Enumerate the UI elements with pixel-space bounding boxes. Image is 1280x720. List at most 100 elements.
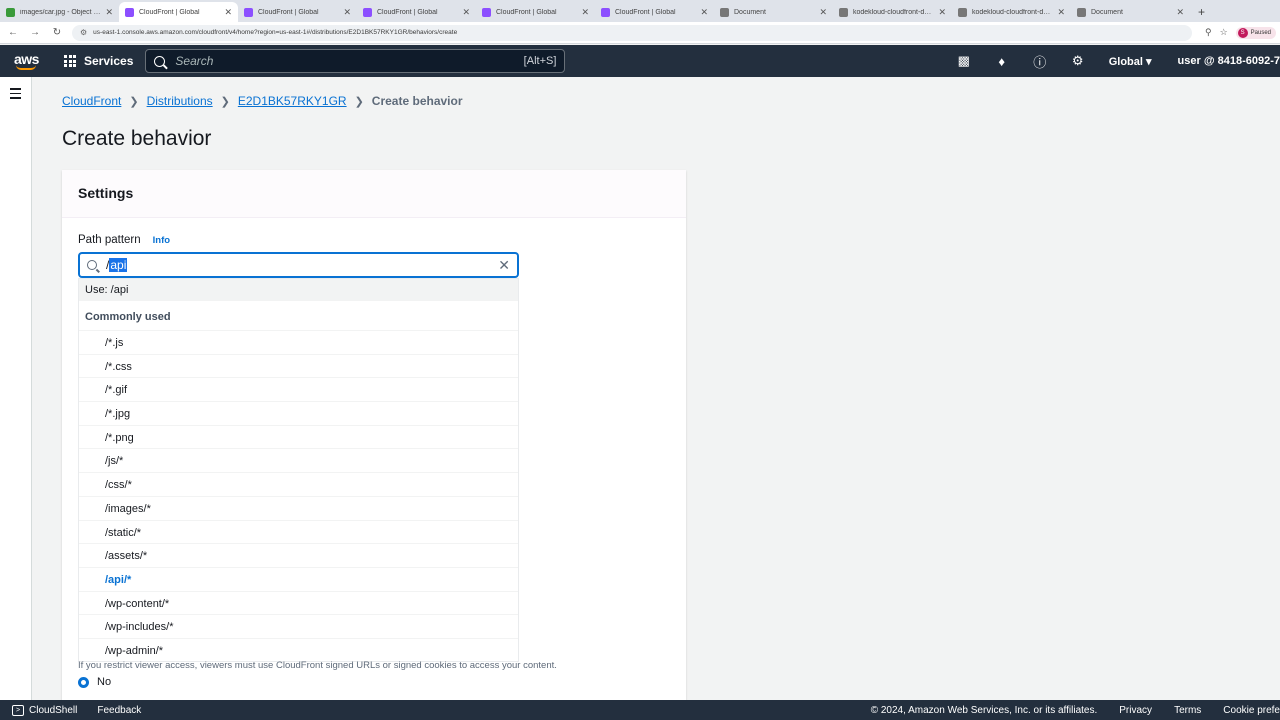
console-footer: > CloudShell Feedback © 2024, Amazon Web… — [0, 700, 1280, 720]
path-option[interactable]: /images/* — [79, 497, 518, 521]
search-placeholder: Search — [175, 54, 214, 68]
path-option[interactable]: /css/* — [79, 473, 518, 497]
path-option[interactable]: /wp-content/* — [79, 592, 518, 616]
notifications-bell-icon[interactable]: ♦ — [983, 54, 1021, 69]
search-icon — [87, 260, 97, 270]
browser-tab[interactable]: CloudFront | Global ✕ — [476, 2, 595, 22]
tab-favicon-icon — [363, 7, 372, 17]
browser-tab[interactable]: kodekloud-cloudfront-demo ✕ — [952, 2, 1071, 22]
terminal-icon: > — [12, 704, 24, 716]
browser-tab[interactable]: Document ✕ — [714, 2, 833, 22]
services-grid-icon — [64, 55, 76, 67]
browser-tab[interactable]: kodekloud-cloudfront-demo ✕ — [833, 2, 952, 22]
breadcrumb-chevron-icon: ❯ — [354, 95, 364, 108]
tab-label: CloudFront | Global — [496, 8, 557, 16]
restrict-viewer-access-helper: If you restrict viewer access, viewers m… — [78, 660, 557, 671]
tab-favicon-icon — [839, 7, 848, 17]
path-option[interactable]: /wp-admin/* — [79, 639, 518, 661]
tab-close-icon[interactable]: ✕ — [938, 7, 946, 18]
hamburger-menu-icon[interactable] — [10, 88, 21, 102]
path-pattern-value: /api — [106, 258, 498, 272]
help-icon[interactable]: ⓘ — [1021, 52, 1059, 71]
new-tab-button[interactable]: + — [1190, 2, 1213, 22]
tab-close-icon[interactable]: ✕ — [700, 7, 708, 18]
site-settings-icon[interactable]: ⚙ — [80, 28, 87, 37]
settings-gear-icon[interactable]: ⚙ — [1059, 53, 1097, 69]
url-field[interactable]: ⚙ us-east-1.console.aws.amazon.com/cloud… — [72, 24, 1192, 41]
path-option[interactable]: /*.jpg — [79, 402, 518, 426]
terms-link[interactable]: Terms — [1174, 705, 1201, 716]
path-option[interactable]: /api/* — [79, 568, 518, 592]
tab-favicon-icon — [125, 7, 134, 17]
zoom-icon[interactable]: ⚲ — [1205, 27, 1212, 38]
back-arrow-icon[interactable]: ← — [4, 27, 22, 38]
tab-label: images/car.jpg - Object in S3 — [20, 8, 102, 16]
radio-selected-icon[interactable] — [78, 676, 89, 688]
search-icon — [154, 55, 166, 67]
aws-top-nav: aws Services Search [Alt+S] ▩ ♦ ⓘ ⚙ Glob… — [0, 45, 1280, 77]
bookmark-star-icon[interactable]: ☆ — [1220, 27, 1228, 38]
clear-icon[interactable]: ✕ — [498, 257, 510, 274]
browser-tab[interactable]: images/car.jpg - Object in S3 ✕ — [0, 2, 119, 22]
aws-logo[interactable]: aws — [14, 50, 40, 72]
profile-label: Paused — [1250, 29, 1271, 36]
search-shortcut: [Alt+S] — [523, 55, 557, 67]
tab-close-icon[interactable]: ✕ — [105, 7, 113, 18]
profile-button[interactable]: S Paused — [1235, 26, 1276, 39]
use-entered-value-option[interactable]: Use: /api — [79, 279, 518, 301]
path-option[interactable]: /*.css — [79, 355, 518, 379]
tab-close-icon[interactable]: ✕ — [1176, 7, 1184, 18]
account-menu[interactable]: user @ 8418-6092-7 — [1178, 55, 1280, 67]
forward-arrow-icon[interactable]: → — [26, 27, 44, 38]
browser-tab[interactable]: CloudFront | Global ✕ — [238, 2, 357, 22]
path-option[interactable]: /*.js — [79, 331, 518, 355]
services-menu-button[interactable]: Services — [64, 54, 133, 68]
tab-favicon-icon — [244, 7, 253, 17]
tab-favicon-icon — [6, 7, 15, 17]
path-option[interactable]: /*.png — [79, 426, 518, 450]
browser-tab[interactable]: CloudFront | Global ✕ — [357, 2, 476, 22]
tab-close-icon[interactable]: ✕ — [462, 7, 470, 18]
settings-title: Settings — [78, 185, 134, 201]
side-navigation-rail — [0, 77, 32, 700]
tab-close-icon[interactable]: ✕ — [581, 7, 589, 18]
path-option[interactable]: /assets/* — [79, 544, 518, 568]
reload-icon[interactable]: ↻ — [48, 27, 66, 38]
breadcrumb-current: Create behavior — [371, 94, 463, 108]
privacy-link[interactable]: Privacy — [1119, 705, 1152, 716]
settings-panel-header: Settings — [62, 170, 686, 218]
path-pattern-input[interactable]: /api ✕ — [78, 252, 519, 278]
breadcrumb-cloudfront[interactable]: CloudFront — [62, 94, 121, 108]
cloudshell-button[interactable]: > CloudShell — [12, 704, 77, 716]
breadcrumb-distributions[interactable]: Distributions — [147, 94, 213, 108]
tab-close-icon[interactable]: ✕ — [1057, 7, 1065, 18]
path-pattern-label: Path pattern — [78, 234, 141, 246]
radio-no-label: No — [97, 676, 112, 688]
tab-label: CloudFront | Global — [615, 8, 676, 16]
region-selector[interactable]: Global ▾ — [1109, 55, 1152, 68]
tab-favicon-icon — [958, 7, 967, 17]
path-option[interactable]: /*.gif — [79, 378, 518, 403]
browser-tab[interactable]: CloudFront | Global ✕ — [595, 2, 714, 22]
tab-close-icon[interactable]: ✕ — [343, 7, 351, 18]
cloudshell-icon[interactable]: ▩ — [945, 53, 983, 69]
browser-tab[interactable]: Document ✕ — [1071, 2, 1190, 22]
commonly-used-options: /*.js/*.css/*.gif/*.jpg/*.png/js/*/css/*… — [79, 331, 518, 661]
path-option[interactable]: /static/* — [79, 521, 518, 545]
feedback-link[interactable]: Feedback — [97, 705, 141, 716]
commonly-used-group-label: Commonly used — [79, 301, 518, 331]
tab-favicon-icon — [482, 7, 491, 17]
restrict-viewer-access-no-option[interactable]: No — [78, 676, 111, 688]
tab-label: kodekloud-cloudfront-demo — [853, 8, 935, 16]
tab-favicon-icon — [1077, 7, 1086, 17]
breadcrumb-distribution-id[interactable]: E2D1BK57RKY1GR — [238, 94, 347, 108]
browser-tab[interactable]: CloudFront | Global ✕ — [119, 2, 238, 22]
path-pattern-info-link[interactable]: Info — [153, 235, 170, 246]
tab-close-icon[interactable]: ✕ — [819, 7, 827, 18]
cookie-preferences-link[interactable]: Cookie prefe — [1223, 705, 1280, 716]
services-label: Services — [84, 54, 134, 68]
path-option[interactable]: /js/* — [79, 449, 518, 474]
tab-close-icon[interactable]: ✕ — [224, 7, 232, 18]
global-search-input[interactable]: Search [Alt+S] — [145, 49, 566, 73]
path-option[interactable]: /wp-includes/* — [79, 615, 518, 639]
